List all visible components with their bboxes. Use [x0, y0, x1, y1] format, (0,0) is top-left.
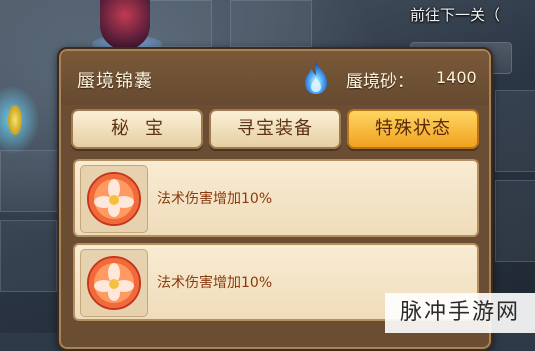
tab-label: 寻宝装备 — [237, 118, 313, 139]
list-item[interactable]: 法术伤害增加10% — [73, 159, 479, 237]
item-description: 法术伤害增加10% — [157, 275, 273, 291]
currency-label: 蜃境砂： — [346, 72, 414, 92]
panel-title: 蜃境锦囊 — [77, 71, 153, 92]
tab-special-status[interactable]: 特殊状态 — [347, 109, 479, 149]
spirit-core — [8, 105, 22, 135]
player-character[interactable] — [100, 0, 150, 50]
floor-tile — [0, 150, 62, 212]
tab-treasure[interactable]: 秘宝 — [71, 109, 203, 149]
blue-flame-icon — [305, 62, 327, 94]
tab-label: 特殊状态 — [375, 118, 451, 139]
red-flower-orb-icon — [80, 165, 148, 233]
floor-tile — [495, 90, 535, 172]
item-description: 法术伤害增加10% — [157, 191, 273, 207]
red-flower-orb-icon — [80, 249, 148, 317]
tab-treasure-equipment[interactable]: 寻宝装备 — [209, 109, 341, 149]
site-watermark: 脉冲手游网 — [385, 293, 535, 333]
floor-tile — [0, 220, 57, 292]
tab-label: 秘宝 — [111, 118, 179, 139]
floor-tile — [230, 0, 312, 47]
next-stage-hint: 前往下一关（ — [410, 6, 501, 24]
panel-header: 蜃境锦囊 蜃境砂： 1400 — [61, 51, 489, 105]
floor-tile — [495, 180, 535, 262]
tab-bar: 秘宝 寻宝装备 特殊状态 — [71, 109, 479, 149]
currency-value: 1400 — [436, 68, 477, 87]
